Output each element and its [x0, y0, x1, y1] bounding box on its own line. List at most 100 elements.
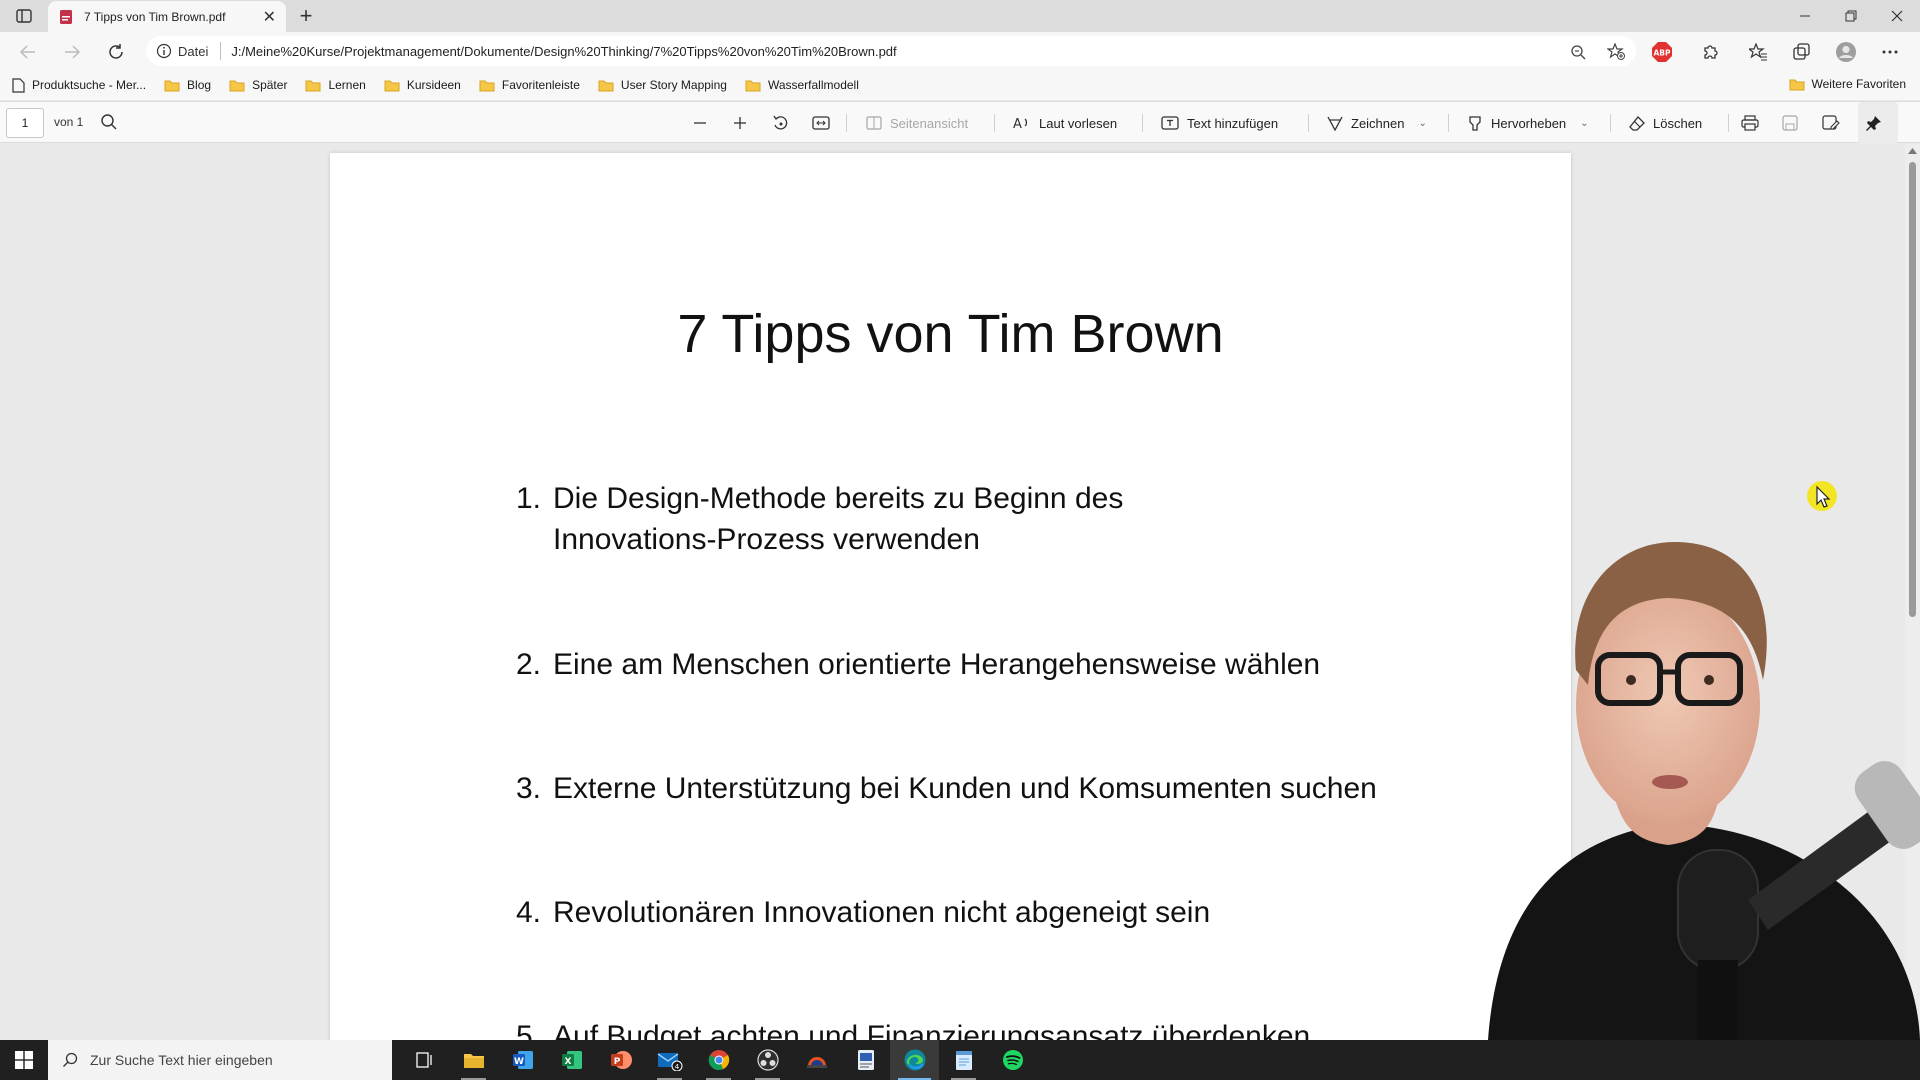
folder-icon	[229, 80, 245, 91]
address-url: J:/Meine%20Kurse/Projektmanagement/Dokum…	[231, 43, 897, 59]
bookmark-item[interactable]: Produktsuche - Mer...	[12, 77, 146, 93]
mail-icon[interactable]: 4	[645, 1040, 694, 1080]
media-app-icon[interactable]	[792, 1040, 841, 1080]
bookmark-folder[interactable]: User Story Mapping	[598, 78, 727, 92]
powerpoint-icon[interactable]: P	[596, 1040, 645, 1080]
erase-button[interactable]: Löschen	[1629, 102, 1702, 144]
task-view-icon[interactable]	[400, 1040, 449, 1080]
page-icon	[12, 77, 25, 93]
title-bar: 7 Tipps von Tim Brown.pdf ✕ +	[0, 0, 1920, 32]
folder-icon	[384, 80, 400, 91]
draw-icon	[1327, 116, 1343, 131]
highlight-button[interactable]: Hervorheben ⌄	[1467, 102, 1589, 144]
favorites-icon[interactable]	[1746, 40, 1770, 64]
bookmark-folder[interactable]: Blog	[164, 78, 211, 92]
list-item: 1. Die Design-Methode bereits zu Beginn d…	[516, 482, 1124, 556]
pdf-file-icon	[60, 9, 72, 24]
close-window-icon[interactable]	[1874, 0, 1920, 32]
tab-actions-icon[interactable]	[10, 6, 38, 26]
draw-button[interactable]: Zeichnen ⌄	[1327, 102, 1427, 144]
chevron-down-icon[interactable]: ⌄	[1580, 118, 1588, 129]
bookmark-folder[interactable]: Später	[229, 78, 287, 92]
new-tab-icon[interactable]: +	[294, 3, 318, 28]
extensions-icon[interactable]	[1698, 40, 1722, 64]
notepad-icon[interactable]	[939, 1040, 988, 1080]
pdf-page: 7 Tipps von Tim Brown 1. Die Design-Metho…	[330, 153, 1571, 1040]
adblock-extension-icon[interactable]: ABP	[1650, 40, 1674, 64]
page-count: von 1	[54, 115, 84, 129]
tab-title: 7 Tipps von Tim Brown.pdf	[84, 9, 226, 24]
svg-text:X: X	[564, 1057, 571, 1067]
page-number-input[interactable]: 1	[6, 108, 44, 138]
edge-browser-icon[interactable]	[890, 1040, 939, 1080]
word-icon[interactable]: W	[498, 1040, 547, 1080]
svg-text:ABP: ABP	[1653, 49, 1671, 58]
address-scheme: Datei	[178, 43, 209, 59]
chevron-down-icon[interactable]: ⌄	[1418, 118, 1426, 129]
forward-arrow-icon[interactable]	[60, 40, 84, 64]
svg-text:P: P	[613, 1057, 620, 1067]
browser-tab[interactable]: 7 Tipps von Tim Brown.pdf ✕	[48, 1, 286, 32]
bookmark-folder[interactable]: Favoritenleiste	[479, 78, 580, 92]
folder-icon	[1789, 79, 1805, 90]
restore-icon[interactable]	[1828, 0, 1874, 32]
taskbar-search-input[interactable]: Zur Suche Text hier eingeben	[48, 1040, 392, 1080]
page-view-icon	[866, 116, 882, 130]
zoom-out-icon[interactable]	[692, 102, 716, 144]
page-view-button[interactable]: Seitenansicht	[866, 102, 968, 144]
editor-app-icon[interactable]	[841, 1040, 890, 1080]
mouse-cursor-icon	[1807, 481, 1837, 511]
more-menu-icon[interactable]	[1878, 40, 1902, 64]
read-aloud-icon: A	[1013, 117, 1028, 131]
bookmark-folder[interactable]: Lernen	[305, 78, 366, 92]
spotify-icon[interactable]	[988, 1040, 1037, 1080]
list-item: 5. Auf Budget achten und Finanzierungsans…	[516, 1020, 1311, 1040]
close-tab-icon[interactable]: ✕	[263, 7, 276, 27]
svg-text:W: W	[514, 1057, 524, 1067]
folder-icon	[745, 80, 761, 91]
windows-start-icon[interactable]	[0, 1040, 48, 1080]
excel-icon[interactable]: X	[547, 1040, 596, 1080]
bookmark-folder[interactable]: Kursideen	[384, 78, 461, 92]
search-icon[interactable]	[100, 113, 118, 134]
fit-page-icon[interactable]	[812, 102, 838, 144]
search-icon	[63, 1052, 78, 1067]
rotate-icon[interactable]	[772, 102, 798, 144]
reload-icon[interactable]	[104, 40, 128, 64]
print-icon[interactable]	[1741, 102, 1767, 144]
chrome-icon[interactable]	[694, 1040, 743, 1080]
bookmark-folder[interactable]: Wasserfallmodell	[745, 78, 859, 92]
list-item: 2. Eine am Menschen orientierte Herangehe…	[516, 648, 1321, 681]
collections-icon[interactable]	[1790, 40, 1814, 64]
minimize-icon[interactable]	[1782, 0, 1828, 32]
list-item: 3. Externe Unterstützung bei Kunden und K…	[516, 772, 1377, 805]
document-title: 7 Tipps von Tim Brown	[677, 304, 1224, 364]
zoom-in-icon[interactable]	[732, 102, 756, 144]
other-favorites-folder[interactable]: Weitere Favoriten	[1789, 77, 1906, 91]
webcam-overlay	[1488, 541, 1920, 1040]
save-as-icon[interactable]	[1822, 102, 1848, 144]
address-input[interactable]: Datei J:/Meine%20Kurse/Projektmanagement…	[146, 36, 1636, 66]
add-text-button[interactable]: Text hinzufügen	[1161, 102, 1278, 144]
read-aloud-button[interactable]: A Laut vorlesen	[1013, 102, 1117, 144]
eraser-icon	[1629, 116, 1645, 131]
back-arrow-icon[interactable]	[16, 40, 40, 64]
add-favorite-icon[interactable]	[1604, 40, 1628, 64]
pin-toolbar-icon[interactable]	[1858, 102, 1898, 144]
profile-avatar-icon[interactable]	[1834, 40, 1858, 64]
folder-icon	[164, 80, 180, 91]
file-explorer-icon[interactable]	[449, 1040, 498, 1080]
save-icon[interactable]	[1782, 102, 1806, 144]
obs-icon[interactable]	[743, 1040, 792, 1080]
list-item: 4. Revolutionären Innovationen nicht abge…	[516, 896, 1211, 929]
folder-icon	[305, 80, 321, 91]
zoom-icon[interactable]	[1566, 40, 1590, 64]
taskbar: Zur Suche Text hier eingeben W X P 4	[0, 1040, 1920, 1080]
folder-icon	[479, 80, 495, 91]
info-icon[interactable]	[156, 43, 172, 59]
svg-text:A: A	[1013, 117, 1022, 131]
folder-icon	[598, 80, 614, 91]
bookmarks-bar: Produktsuche - Mer... Blog Später Lernen…	[0, 70, 1920, 100]
address-bar-row: Datei J:/Meine%20Kurse/Projektmanagement…	[0, 32, 1920, 70]
text-box-icon	[1161, 116, 1179, 130]
